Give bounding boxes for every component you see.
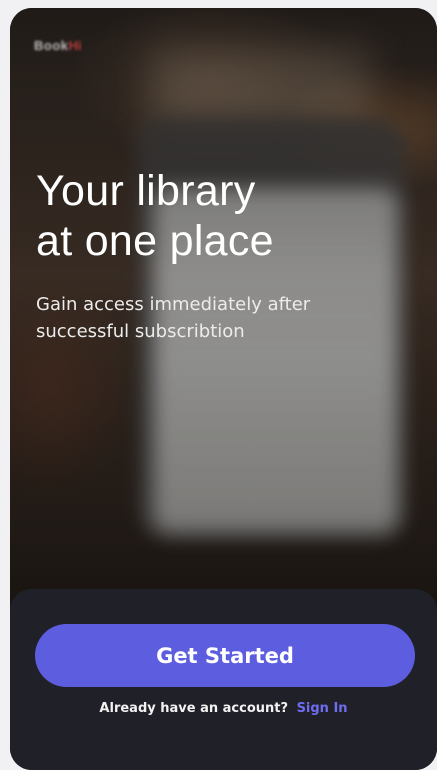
sign-in-link[interactable]: Sign In: [297, 701, 348, 716]
account-prompt-text: Already have an account?: [99, 701, 289, 716]
bottom-panel: Get Started Already have an account? Sig…: [10, 589, 437, 770]
get-started-button[interactable]: Get Started: [35, 624, 415, 687]
headline-line-1: Your library: [36, 167, 256, 215]
account-prompt-line: Already have an account? Sign In: [10, 701, 437, 716]
logo-text: Book: [34, 37, 69, 53]
subtitle-line-1: Gain access immediately after: [36, 294, 311, 315]
hero-headline: Your library at one place: [36, 166, 416, 266]
hero-subtitle: Gain access immediately after successful…: [36, 291, 396, 345]
subtitle-line-2: successful subscribtion: [36, 321, 245, 342]
logo-accent-text: Hi: [68, 37, 82, 53]
phone-frame: Book Hi Your library at one place Gain ac…: [10, 8, 437, 770]
headline-line-2: at one place: [36, 217, 274, 265]
app-logo: Book Hi: [34, 37, 114, 53]
